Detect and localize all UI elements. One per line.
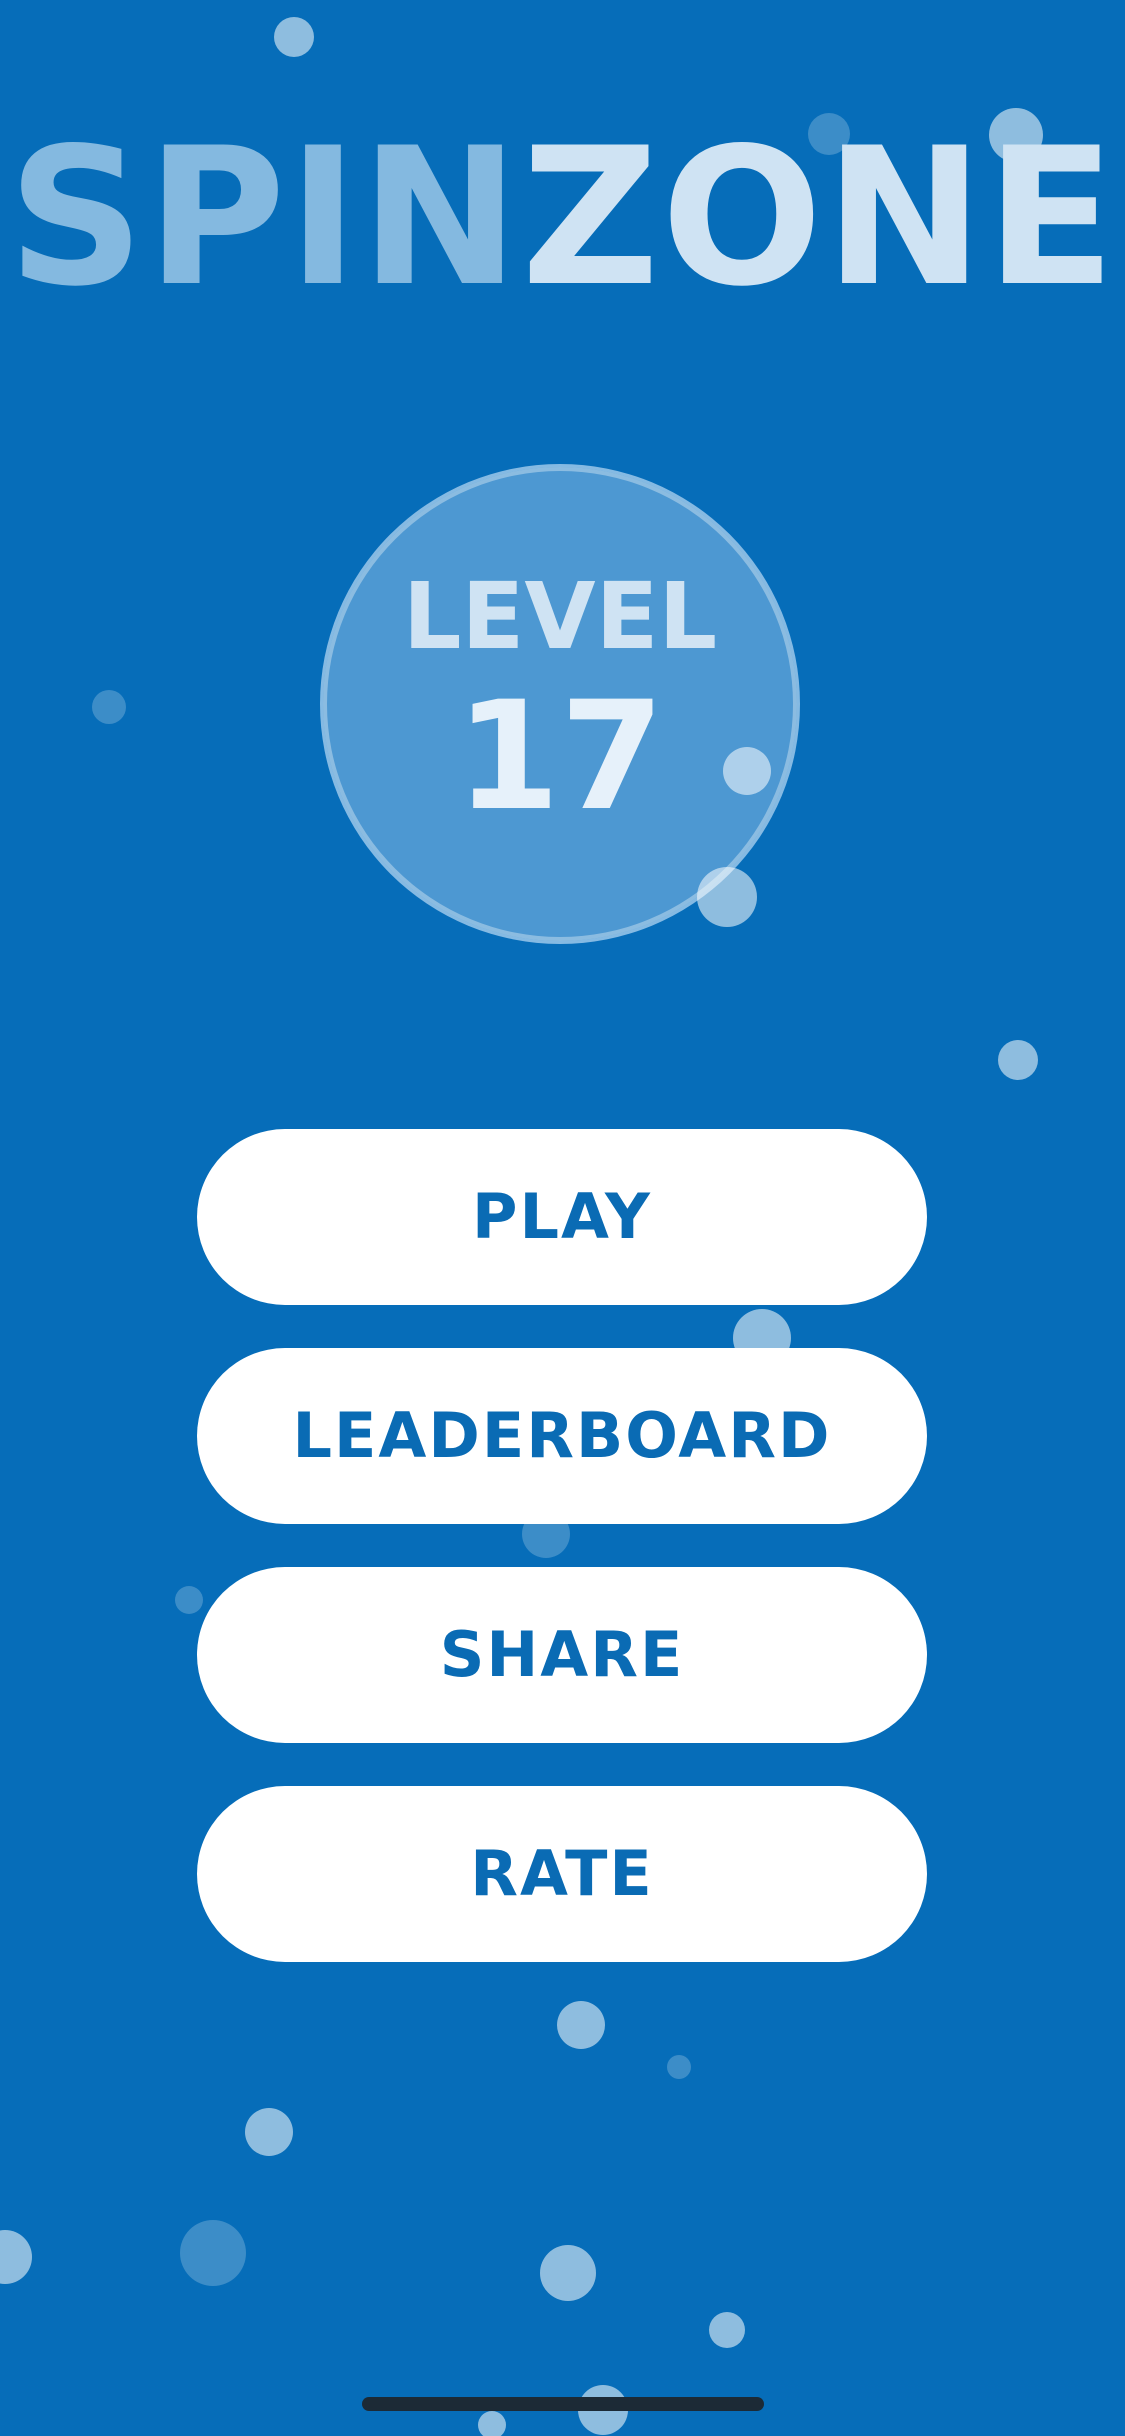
level-badge: LEVEL 17 xyxy=(320,464,800,944)
bubble-decoration xyxy=(245,2108,293,2156)
bubble-decoration xyxy=(0,2230,32,2284)
home-indicator[interactable] xyxy=(362,2397,764,2411)
bubble-decoration xyxy=(540,2245,596,2301)
bubble-decoration xyxy=(180,2220,246,2286)
bubble-decoration xyxy=(478,2411,506,2436)
bubble-decoration xyxy=(709,2312,745,2348)
title-spin: SPIN xyxy=(7,107,522,328)
bubble-decoration xyxy=(998,1040,1038,1080)
title-zone: ZONE xyxy=(521,107,1118,328)
game-menu-screen: SPINZONE LEVEL 17 PLAY LEADERBOARD SHARE… xyxy=(0,0,1125,2436)
bubble-decoration xyxy=(697,867,757,927)
share-button[interactable]: SHARE xyxy=(197,1567,927,1743)
bubble-decoration xyxy=(557,2001,605,2049)
main-menu: PLAY LEADERBOARD SHARE RATE xyxy=(197,1129,927,2005)
rate-button[interactable]: RATE xyxy=(197,1786,927,1962)
bubble-decoration xyxy=(274,17,314,57)
bubble-decoration xyxy=(92,690,126,724)
bubble-decoration xyxy=(667,2055,691,2079)
play-button[interactable]: PLAY xyxy=(197,1129,927,1305)
game-title: SPINZONE xyxy=(0,118,1125,318)
level-label: LEVEL xyxy=(402,563,718,670)
leaderboard-button[interactable]: LEADERBOARD xyxy=(197,1348,927,1524)
bubble-decoration xyxy=(723,747,771,795)
